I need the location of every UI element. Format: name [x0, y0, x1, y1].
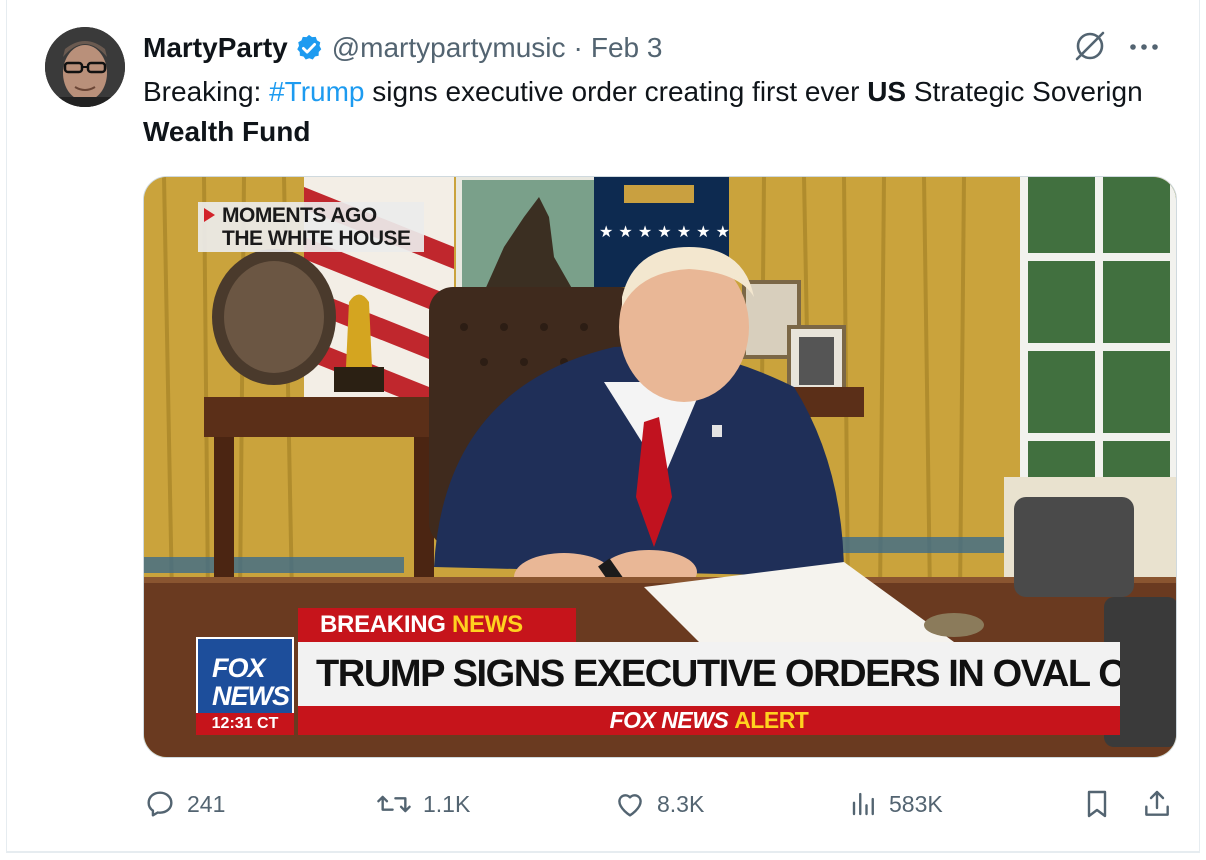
- alert-word: ALERT: [734, 707, 809, 733]
- logo-news-text: NEWS: [212, 681, 290, 711]
- verified-badge-icon: [294, 33, 324, 63]
- tweet-header: MartyParty @martypartymusic · Feb 3: [143, 30, 662, 66]
- repost-button[interactable]: 1.1K: [375, 786, 470, 822]
- views-button[interactable]: 583K: [849, 786, 943, 822]
- more-icon[interactable]: [1129, 39, 1159, 57]
- tweet-actions: 241 1.1K 8.3K 583K: [143, 786, 1177, 822]
- svg-text:★ ★ ★ ★ ★ ★ ★: ★ ★ ★ ★ ★ ★ ★: [599, 222, 730, 241]
- repost-icon: [377, 795, 411, 813]
- tweet-date[interactable]: Feb 3: [591, 32, 663, 64]
- like-count: 8.3K: [657, 790, 705, 817]
- separator-dot: ·: [573, 32, 583, 63]
- alert-brand: FOX NEWS: [609, 707, 729, 733]
- text-bold-us: US: [867, 76, 907, 107]
- reply-count: 241: [187, 790, 226, 817]
- breaking-news-bar: BREAKING NEWS: [298, 608, 576, 642]
- moments-line2: THE WHITE HOUSE: [222, 227, 411, 250]
- text-middle: signs executive order creating first eve…: [364, 76, 868, 107]
- reply-icon: [147, 791, 173, 817]
- fox-news-alert-bar: FOX NEWS ALERT: [298, 706, 1120, 735]
- bookmark-button[interactable]: [1081, 786, 1123, 822]
- reply-button[interactable]: 241: [143, 786, 225, 822]
- news-headline: TRUMP SIGNS EXECUTIVE ORDERS IN OVAL OFF…: [298, 642, 1120, 706]
- like-button[interactable]: 8.3K: [613, 786, 704, 822]
- tweet-text: Breaking: #Trump signs executive order c…: [143, 72, 1153, 152]
- logo-fox-text: FOX: [212, 653, 266, 683]
- views-count: 583K: [889, 790, 943, 817]
- tag-arrow-icon: [204, 208, 215, 222]
- share-icon: [1145, 790, 1169, 816]
- video-media[interactable]: ★ ★ ★ ★ ★ ★ ★ MOMENTS AGO THE WHITE HOUS…: [143, 176, 1177, 758]
- broadcast-time: 12:31 CT: [196, 713, 294, 735]
- grok-icon[interactable]: [1073, 29, 1107, 68]
- top-right-actions: [1073, 30, 1159, 66]
- text-bold-wealth-fund: Wealth Fund: [143, 116, 311, 147]
- repost-count: 1.1K: [423, 790, 471, 817]
- text-middle2: Strategic Soverign: [906, 76, 1143, 107]
- views-icon: [852, 792, 874, 816]
- tweet-card[interactable]: MartyParty @martypartymusic · Feb 3 Brea: [6, 0, 1200, 852]
- avatar[interactable]: [45, 27, 125, 107]
- divider: [6, 852, 1200, 853]
- display-name[interactable]: MartyParty: [143, 32, 288, 64]
- share-button[interactable]: [1141, 786, 1183, 822]
- moments-line1: MOMENTS AGO: [222, 204, 377, 227]
- breaking-word: BREAKING: [320, 611, 446, 638]
- breaking-news-word: NEWS: [451, 611, 523, 638]
- hashtag-link[interactable]: #Trump: [269, 76, 364, 107]
- text-prefix: Breaking:: [143, 76, 270, 107]
- heart-icon: [618, 794, 642, 817]
- user-handle[interactable]: @martypartymusic: [332, 32, 566, 64]
- moments-ago-tag: MOMENTS AGO THE WHITE HOUSE: [198, 202, 424, 252]
- bookmark-icon: [1087, 790, 1107, 818]
